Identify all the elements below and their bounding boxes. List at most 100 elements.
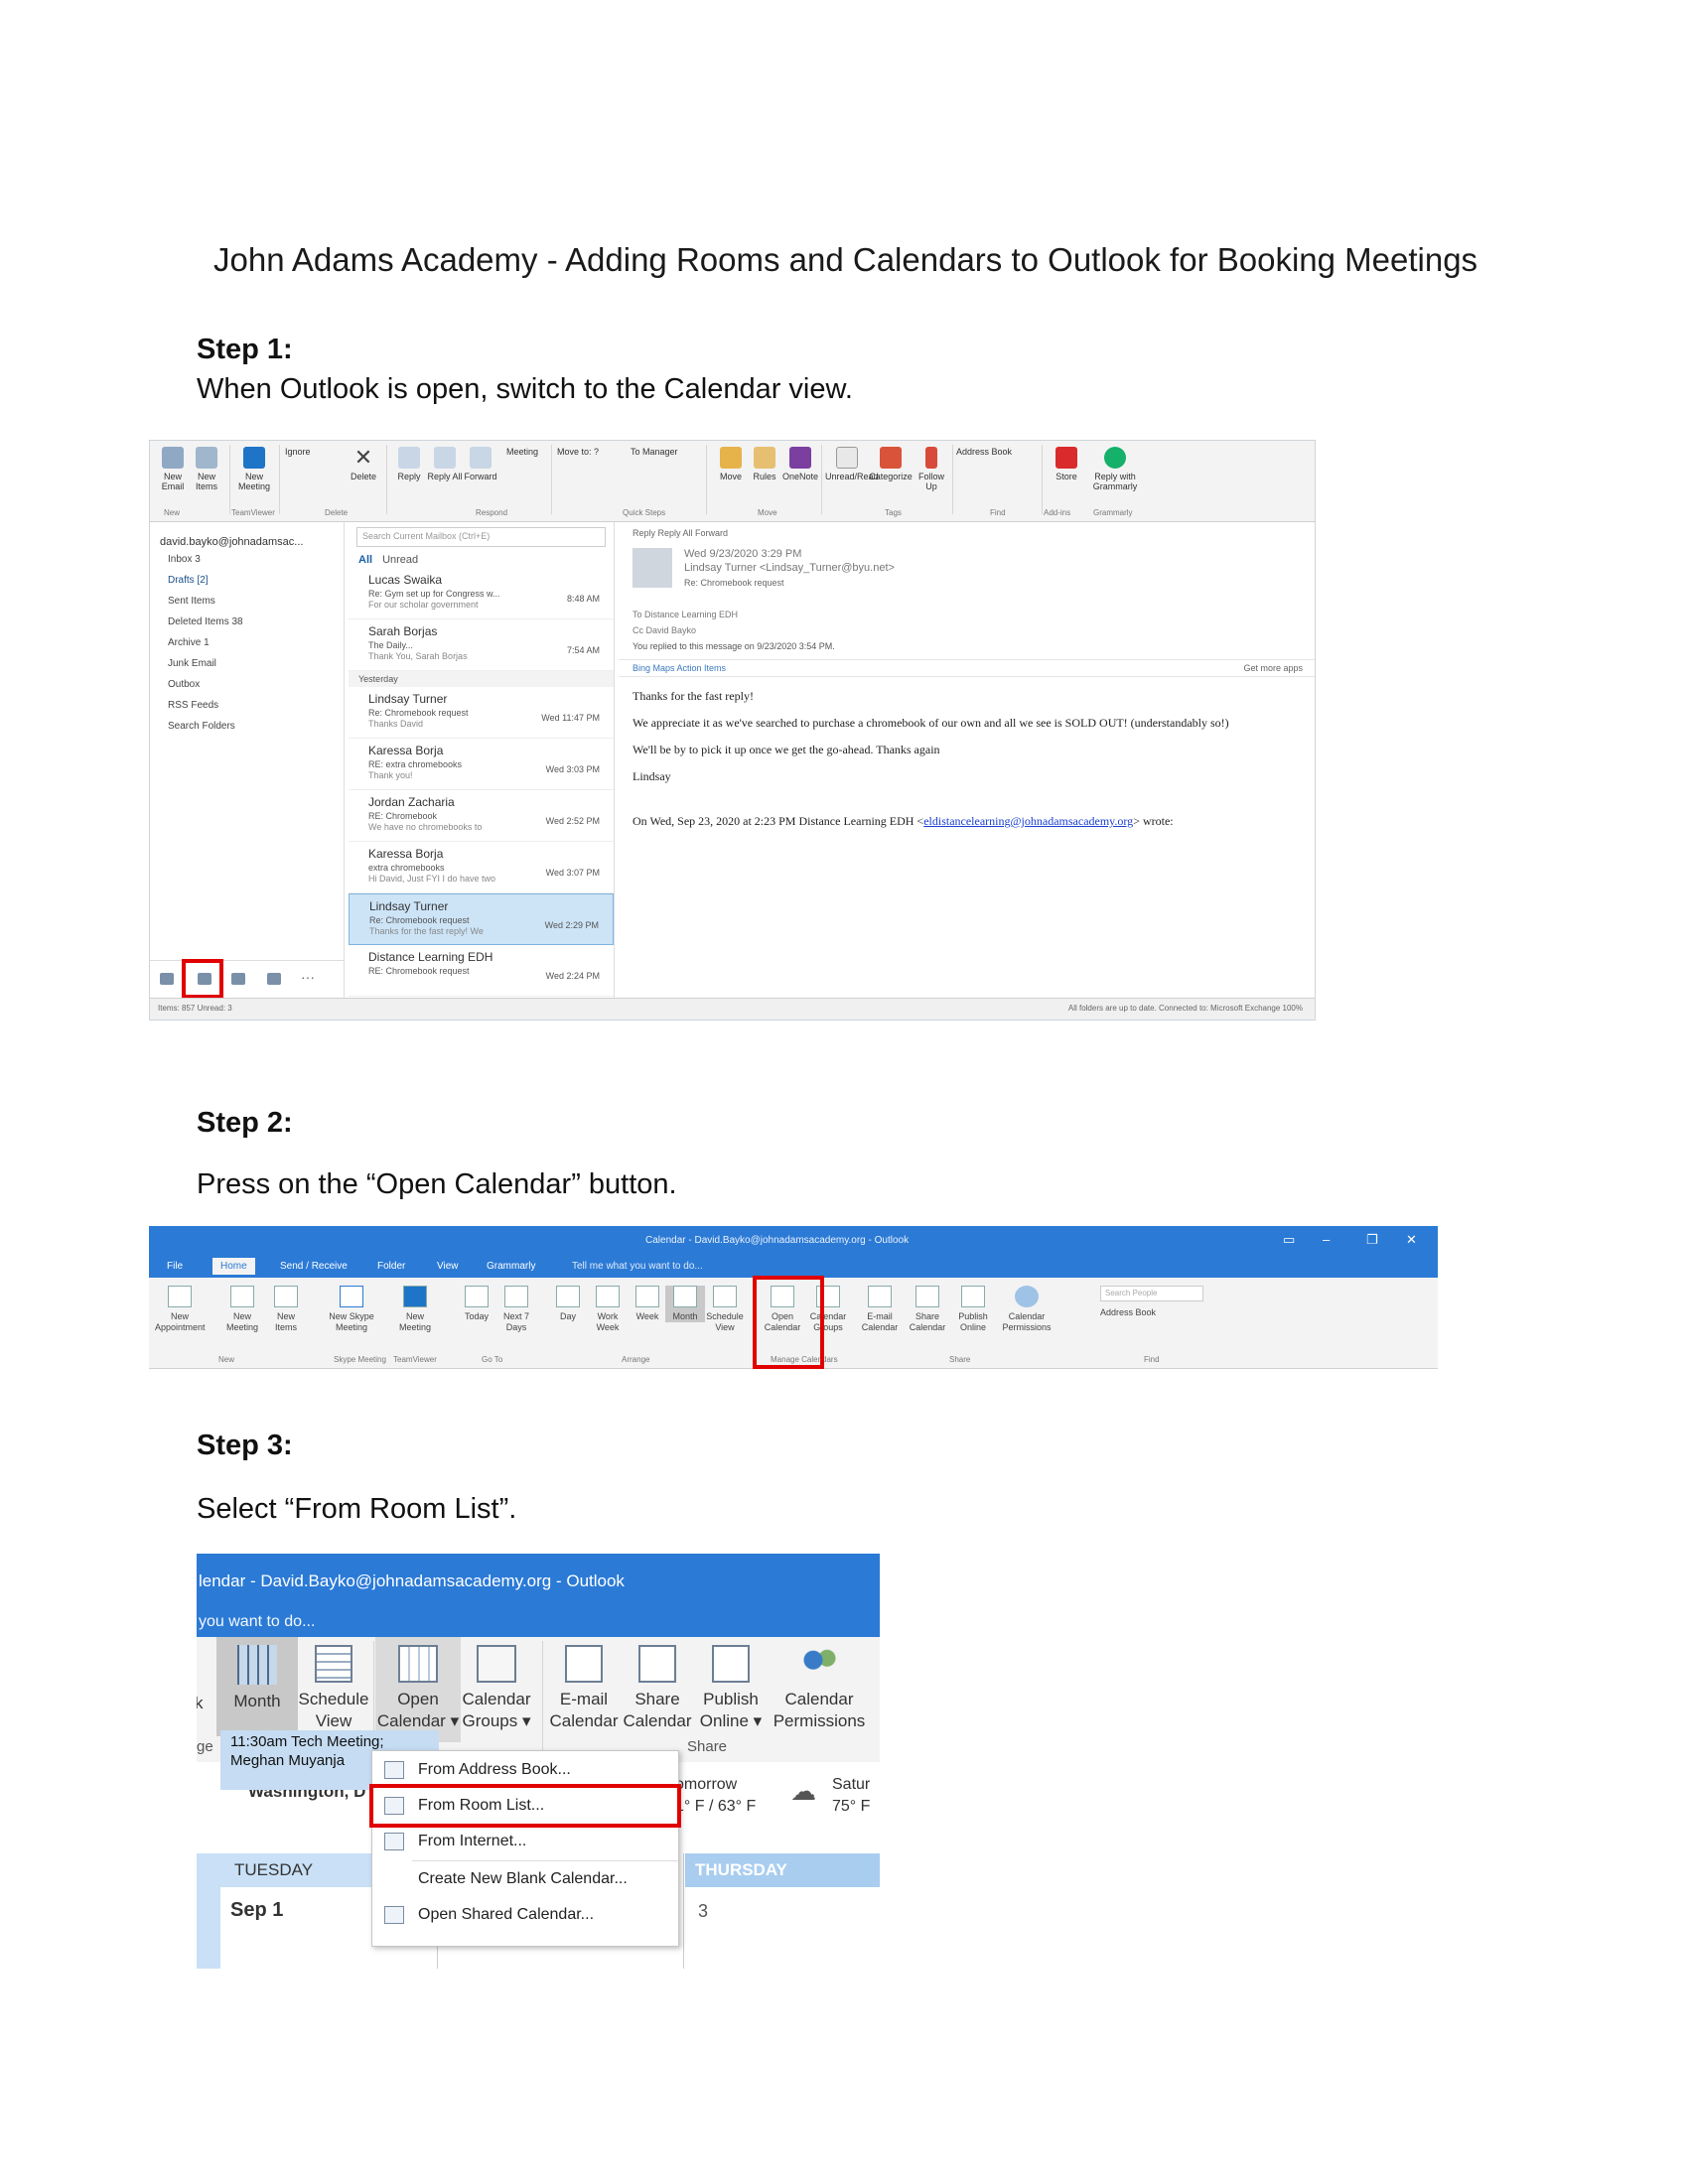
publish-online-button[interactable]: Publish Online ▾ (695, 1645, 767, 1732)
folder-outbox[interactable]: Outbox (150, 673, 344, 694)
address-book-button[interactable]: Address Book (1100, 1307, 1156, 1317)
new-items-button[interactable]: New Items (266, 1286, 306, 1333)
new-meeting-button[interactable]: New Meeting (222, 1286, 262, 1333)
quick-step-manager-button[interactable]: To Manager (631, 447, 700, 457)
folder-junk[interactable]: Junk Email (150, 652, 344, 673)
teamviewer-meeting-button[interactable]: New Meeting (395, 1286, 435, 1333)
categorize-button[interactable]: Categorize (869, 447, 913, 481)
get-more-apps-link[interactable]: Get more apps (1243, 663, 1303, 673)
address-book-button[interactable]: Address Book (956, 447, 1036, 457)
tab-all[interactable]: All (358, 554, 372, 566)
email-calendar-button[interactable]: E-mail Calendar (860, 1286, 900, 1333)
restore-icon[interactable]: ❐ (1366, 1232, 1378, 1248)
folder-archive[interactable]: Archive 1 (150, 631, 344, 652)
close-icon[interactable]: ✕ (1406, 1232, 1417, 1248)
minimize-icon[interactable]: – (1323, 1232, 1330, 1247)
list-item[interactable]: Lindsay Turner Re: Chromebook request Than… (349, 687, 614, 739)
folder-deleted[interactable]: Deleted Items 38 (150, 611, 344, 631)
folder-rss[interactable]: RSS Feeds (150, 694, 344, 715)
addin-links-text[interactable]: Bing Maps Action Items (633, 663, 726, 673)
forward-button[interactable]: Forward (462, 447, 499, 481)
reply-button[interactable]: Reply (390, 447, 428, 481)
day-view-button[interactable]: Day (548, 1286, 588, 1322)
group-label-delete: Delete (325, 508, 349, 517)
addin-links: Bing Maps Action Items Get more apps (619, 659, 1315, 677)
meeting-button[interactable]: Meeting (499, 447, 545, 457)
window-title: Calendar - David.Bayko@johnadamsacademy.… (645, 1235, 910, 1246)
list-item[interactable]: Distance Learning EDH RE: Chromebook requ… (349, 945, 614, 997)
store-button[interactable]: Store (1048, 447, 1085, 481)
work-week-view-button[interactable]: Work Week (588, 1286, 628, 1333)
schedule-view-button[interactable]: Schedule View (705, 1286, 745, 1333)
folder-sent[interactable]: Sent Items (150, 590, 344, 611)
rules-button[interactable]: Rules (746, 447, 783, 481)
tasks-icon[interactable] (267, 973, 281, 985)
publish-online-button[interactable]: Publish Online (953, 1286, 993, 1333)
menu-item-from-address-book[interactable]: From Address Book... (372, 1753, 678, 1787)
reply-actions[interactable]: Reply Reply All Forward (619, 522, 1315, 544)
folder-drafts[interactable]: Drafts [2] (150, 569, 344, 590)
reply-all-button[interactable]: Reply All (426, 447, 464, 481)
folder-inbox[interactable]: Inbox 3 (150, 548, 344, 569)
more-icon[interactable]: ··· (301, 969, 315, 985)
list-item[interactable]: Lucas Swaika Re: Gym set up for Congress … (349, 568, 614, 619)
title-bar: Calendar - David.Bayko@johnadamsacademy.… (149, 1226, 1438, 1256)
month-view-button[interactable]: Month (665, 1286, 705, 1322)
menu-item-from-internet[interactable]: From Internet... (372, 1825, 678, 1858)
filter-tabs: All Unread (349, 552, 614, 568)
list-item[interactable]: Sarah Borjas The Daily... Thank You, Sarah… (349, 619, 614, 671)
move-button[interactable]: Move (712, 447, 750, 481)
tab-file[interactable]: File (167, 1261, 183, 1272)
email-link[interactable]: eldistancelearning@johnadamsacademy.org (923, 814, 1133, 828)
share-calendar-button[interactable]: Share Calendar (908, 1286, 947, 1333)
window-title: lendar - David.Bayko@johnadamsacademy.or… (199, 1571, 625, 1590)
tell-me-input[interactable]: you want to do... (199, 1613, 315, 1631)
share-calendar-button[interactable]: Share Calendar (622, 1645, 693, 1732)
tab-send-receive[interactable]: Send / Receive (280, 1261, 348, 1272)
menu-item-create-blank-calendar[interactable]: Create New Blank Calendar... (372, 1862, 678, 1896)
teamviewer-meeting-button[interactable]: New Meeting (235, 447, 273, 491)
month-view-button[interactable]: Month (220, 1645, 294, 1712)
tab-view[interactable]: View (437, 1261, 459, 1272)
tell-me-input[interactable]: Tell me what you want to do... (572, 1261, 703, 1272)
new-items-button[interactable]: New Items (188, 447, 225, 491)
work-week-button-partial[interactable]: k (197, 1693, 204, 1714)
follow-up-button[interactable]: Follow Up (913, 447, 950, 491)
menu-item-open-shared-calendar[interactable]: Open Shared Calendar... (372, 1898, 678, 1932)
onenote-button[interactable]: OneNote (781, 447, 819, 481)
ignore-button[interactable]: Ignore (285, 447, 339, 457)
ribbon-display-icon[interactable]: ▭ (1283, 1232, 1295, 1248)
account-name[interactable]: david.bayko@johnadamsac... (150, 522, 344, 548)
new-skype-meeting-button[interactable]: New Skype Meeting (322, 1286, 381, 1333)
next-7-days-button[interactable]: Next 7 Days (496, 1286, 536, 1333)
schedule-view-button[interactable]: Schedule View (296, 1645, 371, 1732)
tab-unread[interactable]: Unread (382, 554, 418, 566)
calendar-groups-button[interactable]: Calendar Groups ▾ (459, 1645, 534, 1732)
unread-read-button[interactable]: Unread/Read (825, 447, 879, 481)
open-calendar-button[interactable]: Open Calendar ▾ (375, 1645, 461, 1732)
today-button[interactable]: Today (457, 1286, 496, 1322)
list-item[interactable]: Karessa Borja RE: extra chromebooks Thank … (349, 739, 614, 790)
quick-step-move-button[interactable]: Move to: ? (557, 447, 627, 457)
search-people-input[interactable]: Search People (1100, 1286, 1203, 1301)
group-header-yesterday[interactable]: Yesterday (349, 671, 614, 687)
people-icon[interactable] (231, 973, 245, 985)
tab-folder[interactable]: Folder (377, 1261, 405, 1272)
grammarly-button[interactable]: Reply with Grammarly (1087, 447, 1143, 491)
folder-search[interactable]: Search Folders (150, 715, 344, 736)
email-calendar-button[interactable]: E-mail Calendar (546, 1645, 622, 1732)
week-view-button[interactable]: Week (628, 1286, 667, 1322)
list-item-selected[interactable]: Lindsay Turner Re: Chromebook request Than… (349, 893, 614, 945)
delete-button[interactable]: ✕ Delete (345, 447, 382, 482)
search-input[interactable]: Search Current Mailbox (Ctrl+E) (356, 527, 606, 547)
list-item[interactable]: Jordan Zacharia RE: Chromebook We have no … (349, 790, 614, 842)
calendar-permissions-button[interactable]: Calendar Permissions (999, 1286, 1055, 1333)
tab-home[interactable]: Home (212, 1258, 255, 1275)
group-label-new: New (218, 1355, 235, 1364)
tab-grammarly[interactable]: Grammarly (487, 1261, 535, 1272)
new-appointment-button[interactable]: New Appointment (155, 1286, 206, 1333)
calendar-permissions-button[interactable]: Calendar Permissions (769, 1645, 870, 1732)
new-email-button[interactable]: New Email (154, 447, 192, 491)
mail-icon[interactable] (160, 973, 174, 985)
list-item[interactable]: Karessa Borja extra chromebooks Hi David, … (349, 842, 614, 893)
